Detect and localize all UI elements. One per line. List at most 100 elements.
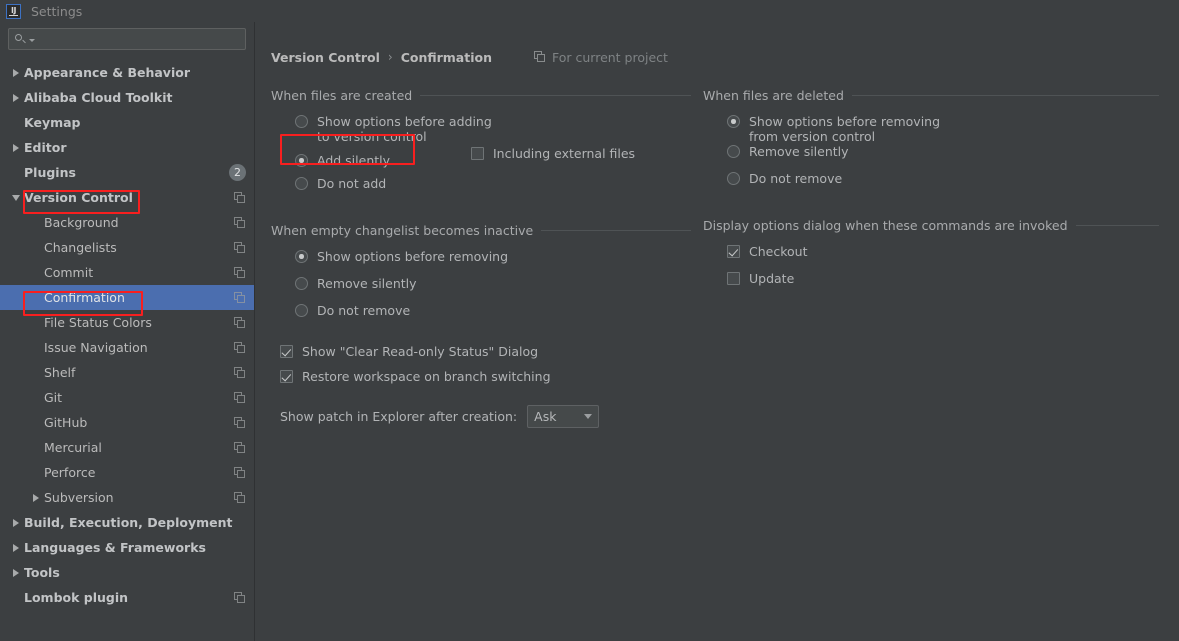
sidebar-item-file-status-colors[interactable]: File Status Colors — [0, 310, 254, 335]
radio-show-options-before-removing-deleted[interactable] — [727, 115, 740, 128]
radio-row-do-not-add[interactable]: Do not add — [271, 176, 691, 203]
tree-expander[interactable] — [8, 568, 24, 577]
sidebar-item-trailing — [234, 416, 246, 429]
chevron-right-icon[interactable] — [13, 68, 19, 77]
sidebar-item-trailing — [234, 216, 246, 229]
sidebar-item-commit[interactable]: Commit — [0, 260, 254, 285]
checkbox-clear-readonly-dialog[interactable] — [280, 345, 293, 358]
copy-settings-icon[interactable] — [234, 491, 246, 504]
radio-row-do-not-remove-changelist[interactable]: Do not remove — [271, 303, 691, 330]
radio-do-not-remove-deleted[interactable] — [727, 172, 740, 185]
copy-settings-icon[interactable] — [234, 266, 246, 279]
checkbox-checkout[interactable] — [727, 245, 740, 258]
chevron-right-icon[interactable] — [33, 493, 39, 502]
chevron-right-icon[interactable] — [13, 143, 19, 152]
sidebar-item-build-execution-deployment[interactable]: Build, Execution, Deployment — [0, 510, 254, 535]
breadcrumb-parent[interactable]: Version Control — [271, 50, 380, 65]
tree-expander[interactable] — [8, 543, 24, 552]
tree-expander[interactable] — [8, 93, 24, 102]
copy-settings-icon[interactable] — [234, 591, 246, 604]
options-columns: When files are created Show options befo… — [271, 88, 1159, 428]
radio-show-options-before-removing-changelist[interactable] — [295, 250, 308, 263]
sidebar-item-label: Subversion — [44, 490, 114, 505]
sidebar-item-confirmation[interactable]: Confirmation — [0, 285, 254, 310]
tree-expander[interactable] — [8, 518, 24, 527]
copy-settings-icon[interactable] — [234, 341, 246, 354]
radio-do-not-add[interactable] — [295, 177, 308, 190]
tree-expander[interactable] — [8, 194, 24, 201]
sidebar-item-git[interactable]: Git — [0, 385, 254, 410]
sidebar-item-version-control[interactable]: Version Control — [0, 185, 254, 210]
copy-settings-icon[interactable] — [234, 466, 246, 479]
sidebar-item-tools[interactable]: Tools — [0, 560, 254, 585]
chevron-right-icon[interactable] — [13, 568, 19, 577]
radio-remove-silently-changelist[interactable] — [295, 277, 308, 290]
scope-indicator[interactable]: For current project — [533, 50, 668, 65]
sidebar-item-lombok-plugin[interactable]: Lombok plugin — [0, 585, 254, 610]
sidebar-item-trailing — [234, 591, 246, 604]
sidebar-item-editor[interactable]: Editor — [0, 135, 254, 160]
radio-label-remove-silently-changelist: Remove silently — [317, 276, 417, 291]
copy-settings-icon[interactable] — [234, 441, 246, 454]
radio-row-show-options-before-removing-changelist[interactable]: Show options before removing — [271, 249, 691, 276]
radio-show-options-before-adding[interactable] — [295, 115, 308, 128]
sidebar-item-keymap[interactable]: Keymap — [0, 110, 254, 135]
radio-remove-silently-deleted[interactable] — [727, 145, 740, 158]
copy-settings-icon[interactable] — [234, 216, 246, 229]
chevron-right-icon[interactable] — [13, 93, 19, 102]
sidebar-item-changelists[interactable]: Changelists — [0, 235, 254, 260]
radio-label-do-not-add: Do not add — [317, 176, 387, 191]
sidebar-item-trailing — [234, 316, 246, 329]
chevron-right-icon[interactable] — [13, 543, 19, 552]
checkbox-label-checkout: Checkout — [749, 244, 808, 259]
checkbox-update[interactable] — [727, 272, 740, 285]
sidebar-item-mercurial[interactable]: Mercurial — [0, 435, 254, 460]
sidebar-item-background[interactable]: Background — [0, 210, 254, 235]
radio-row-show-options-before-removing-deleted[interactable]: Show options before removing from versio… — [703, 114, 1159, 144]
radio-row-add-silently[interactable]: Add silently Including external files — [271, 144, 691, 176]
sidebar-item-subversion[interactable]: Subversion — [0, 485, 254, 510]
copy-settings-icon[interactable] — [234, 316, 246, 329]
copy-settings-icon[interactable] — [234, 191, 246, 204]
copy-settings-icon[interactable] — [234, 391, 246, 404]
sidebar-item-label: Commit — [44, 265, 94, 280]
sidebar-item-label: Git — [44, 390, 63, 405]
radio-row-remove-silently-changelist[interactable]: Remove silently — [271, 276, 691, 303]
patch-setting-dropdown[interactable]: Ask — [527, 405, 600, 428]
copy-settings-icon[interactable] — [234, 241, 246, 254]
sidebar-item-shelf[interactable]: Shelf — [0, 360, 254, 385]
sidebar-item-appearance-behavior[interactable]: Appearance & Behavior — [0, 60, 254, 85]
radio-row-remove-silently-deleted[interactable]: Remove silently — [703, 144, 1159, 171]
tree-expander[interactable] — [8, 68, 24, 77]
settings-main-panel: Version Control › Confirmation For curre… — [255, 22, 1179, 641]
radio-label-show-options-before-removing-deleted: Show options before removing from versio… — [749, 114, 941, 144]
checkbox-restore-workspace[interactable] — [280, 370, 293, 383]
radio-do-not-remove-changelist[interactable] — [295, 304, 308, 317]
breadcrumb-current: Confirmation — [400, 49, 492, 65]
checkbox-row-update[interactable]: Update — [703, 271, 1159, 298]
copy-settings-icon[interactable] — [234, 416, 246, 429]
sidebar-item-issue-navigation[interactable]: Issue Navigation — [0, 335, 254, 360]
radio-row-do-not-remove-deleted[interactable]: Do not remove — [703, 171, 1159, 198]
checkbox-including-external-files[interactable] — [471, 147, 484, 160]
copy-settings-icon[interactable] — [234, 291, 246, 304]
radio-add-silently[interactable] — [295, 154, 308, 167]
radio-row-show-options-before-adding[interactable]: Show options before adding to version co… — [271, 114, 691, 144]
checkbox-row-clear-readonly-dialog[interactable]: Show "Clear Read-only Status" Dialog — [271, 344, 691, 369]
sidebar-item-alibaba-cloud-toolkit[interactable]: Alibaba Cloud Toolkit — [0, 85, 254, 110]
sidebar-item-github[interactable]: GitHub — [0, 410, 254, 435]
copy-settings-icon[interactable] — [234, 366, 246, 379]
sidebar-item-perforce[interactable]: Perforce — [0, 460, 254, 485]
sidebar-item-plugins[interactable]: Plugins 2 — [0, 160, 254, 185]
sidebar-item-languages-frameworks[interactable]: Languages & Frameworks — [0, 535, 254, 560]
checkbox-row-including-external-files[interactable]: Including external files — [471, 146, 635, 161]
checkbox-row-restore-workspace[interactable]: Restore workspace on branch switching — [271, 369, 691, 394]
chevron-down-icon[interactable] — [12, 194, 20, 201]
search-input[interactable] — [8, 28, 246, 50]
checkbox-row-checkout[interactable]: Checkout — [703, 244, 1159, 271]
chevron-right-icon[interactable] — [13, 518, 19, 527]
tree-expander[interactable] — [28, 493, 44, 502]
tree-expander[interactable] — [8, 143, 24, 152]
chevron-down-icon[interactable] — [29, 39, 35, 42]
patch-setting-row: Show patch in Explorer after creation: A… — [271, 405, 691, 428]
